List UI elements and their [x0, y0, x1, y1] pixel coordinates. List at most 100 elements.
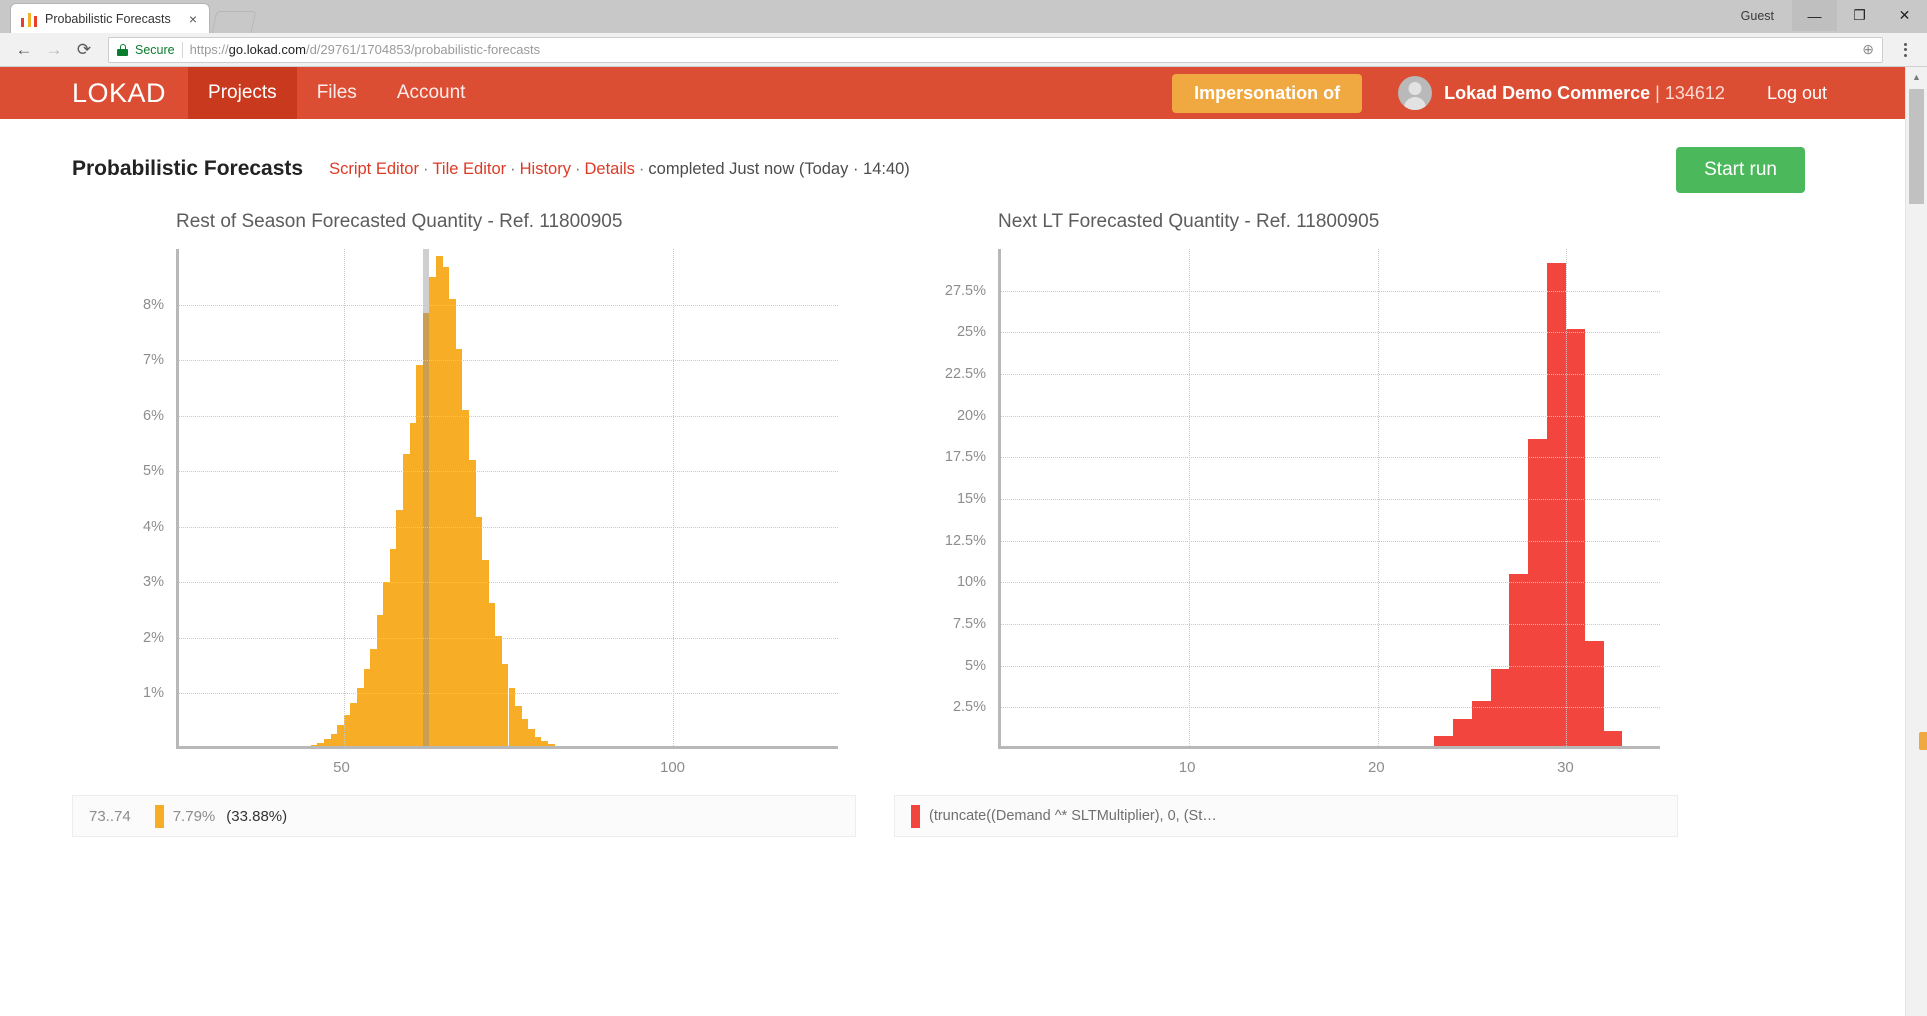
url-text: https://go.lokad.com/d/29761/1704853/pro…	[190, 42, 541, 57]
y-tick-label: 8%	[143, 297, 164, 313]
y-tick-label: 17.5%	[945, 449, 986, 465]
histogram-bar[interactable]	[541, 741, 548, 746]
histogram-bar[interactable]	[370, 649, 377, 746]
histogram-bar[interactable]	[1453, 719, 1472, 746]
histogram-bar[interactable]	[528, 729, 535, 746]
gridline	[1001, 374, 1660, 375]
histogram-bar[interactable]	[383, 582, 390, 746]
histogram-bar[interactable]	[1585, 641, 1604, 746]
histogram-bar[interactable]	[515, 706, 522, 746]
user-account-label[interactable]: Lokad Demo Commerce | 134612	[1444, 83, 1725, 104]
nav-item-files[interactable]: Files	[297, 67, 377, 119]
histogram-bar[interactable]	[357, 688, 364, 746]
y-tick-label: 27.5%	[945, 283, 986, 299]
start-run-button[interactable]: Start run	[1676, 147, 1805, 193]
plot-wrapper: 8%7%6%5%4%3%2%1% 50100	[72, 249, 856, 749]
histogram-bar[interactable]	[443, 267, 450, 746]
scrollbar-thumb[interactable]	[1909, 89, 1924, 204]
back-icon[interactable]: ←	[10, 36, 38, 64]
chart-legend: (truncate((Demand ^* SLTMultiplier), 0, …	[894, 795, 1678, 837]
histogram-bar[interactable]	[311, 745, 318, 746]
nav-item-account[interactable]: Account	[377, 67, 486, 119]
histogram-bar[interactable]	[469, 460, 476, 746]
histogram-bar[interactable]	[324, 739, 331, 746]
histogram-bar[interactable]	[377, 615, 384, 746]
zoom-icon[interactable]: ⊕	[1862, 41, 1874, 58]
chart-tile-rest-of-season: Rest of Season Forecasted Quantity - Ref…	[72, 211, 856, 837]
gridline	[1378, 249, 1379, 746]
histogram-bar[interactable]	[403, 454, 410, 746]
browser-menu-icon[interactable]	[1893, 43, 1917, 57]
address-bar[interactable]: Secure https://go.lokad.com/d/29761/1704…	[108, 37, 1883, 63]
legend-swatch	[155, 805, 164, 828]
histogram-bar[interactable]	[456, 349, 463, 746]
histogram-bar[interactable]	[364, 669, 371, 746]
histogram-bar[interactable]	[1566, 329, 1585, 746]
y-axis: 8%7%6%5%4%3%2%1%	[72, 249, 176, 749]
histogram-bar[interactable]	[1434, 736, 1453, 746]
nav-item-projects[interactable]: Projects	[188, 67, 297, 119]
histogram-bar[interactable]	[1528, 439, 1547, 746]
gridline	[1001, 541, 1660, 542]
histogram-bar[interactable]	[462, 410, 469, 746]
gridline	[1001, 582, 1660, 583]
gridline	[1001, 707, 1660, 708]
histogram-bar[interactable]	[482, 560, 489, 746]
minimize-icon[interactable]: —	[1792, 0, 1837, 31]
page-scrollbar[interactable]: ▲	[1905, 67, 1927, 1016]
histogram-bar[interactable]	[495, 636, 502, 746]
secure-label: Secure	[135, 43, 175, 57]
impersonation-badge[interactable]: Impersonation of	[1172, 74, 1362, 113]
scroll-up-icon[interactable]: ▲	[1906, 67, 1927, 87]
new-tab-button[interactable]	[212, 11, 257, 33]
histogram-bar[interactable]	[509, 688, 516, 746]
histogram-bar[interactable]	[502, 664, 509, 746]
histogram-bar[interactable]	[429, 277, 436, 746]
separator: ·	[575, 160, 581, 178]
maximize-icon[interactable]: ❐	[1837, 0, 1882, 31]
histogram-bar[interactable]	[416, 365, 423, 746]
scroll-marker	[1919, 732, 1927, 750]
histogram-bar[interactable]	[1547, 263, 1566, 746]
guest-profile-label[interactable]: Guest	[1741, 9, 1774, 23]
page-title: Probabilistic Forecasts	[72, 157, 303, 181]
link-tile-editor[interactable]: Tile Editor	[432, 160, 506, 178]
logout-link[interactable]: Log out	[1767, 83, 1827, 104]
close-icon[interactable]: ✕	[1882, 0, 1927, 31]
histogram-bar[interactable]	[489, 603, 496, 746]
tab-strip: Probabilistic Forecasts ×	[0, 0, 254, 33]
separator: ·	[639, 160, 645, 178]
histogram-bar[interactable]	[1604, 731, 1623, 746]
tab-title: Probabilistic Forecasts	[45, 12, 177, 26]
histogram-bar[interactable]	[522, 719, 529, 746]
histogram-bar[interactable]	[331, 734, 338, 746]
histogram-bar[interactable]	[436, 256, 443, 746]
avatar[interactable]	[1398, 76, 1432, 110]
histogram-bar[interactable]	[337, 725, 344, 746]
histogram-bar[interactable]	[390, 549, 397, 746]
y-tick-label: 25%	[957, 324, 986, 340]
browser-tab[interactable]: Probabilistic Forecasts ×	[10, 3, 210, 33]
histogram-bar[interactable]	[548, 744, 555, 746]
link-script-editor[interactable]: Script Editor	[329, 160, 419, 178]
histogram-bar[interactable]	[1509, 574, 1528, 746]
histogram-bar[interactable]	[535, 737, 542, 746]
histogram-bar[interactable]	[449, 299, 456, 746]
reload-icon[interactable]: ⟳	[70, 36, 98, 64]
header-right: Impersonation of Lokad Demo Commerce | 1…	[1172, 74, 1905, 113]
plot-area[interactable]	[176, 249, 838, 749]
browser-toolbar: ← → ⟳ Secure https://go.lokad.com/d/2976…	[0, 33, 1927, 67]
forward-icon[interactable]: →	[40, 36, 68, 64]
legend-range: 73..74	[89, 808, 131, 825]
histogram-bar[interactable]	[350, 703, 357, 746]
lokad-logo[interactable]: LOKAD	[72, 78, 166, 109]
histogram-bar[interactable]	[317, 743, 324, 746]
plot-area[interactable]	[998, 249, 1660, 749]
close-icon[interactable]: ×	[185, 12, 201, 26]
gridline	[179, 416, 838, 417]
histogram-bar[interactable]	[476, 517, 483, 746]
y-axis: 27.5%25%22.5%20%17.5%15%12.5%10%7.5%5%2.…	[894, 249, 998, 749]
link-details[interactable]: Details	[584, 160, 634, 178]
histogram-bar[interactable]	[396, 510, 403, 746]
link-history[interactable]: History	[520, 160, 571, 178]
